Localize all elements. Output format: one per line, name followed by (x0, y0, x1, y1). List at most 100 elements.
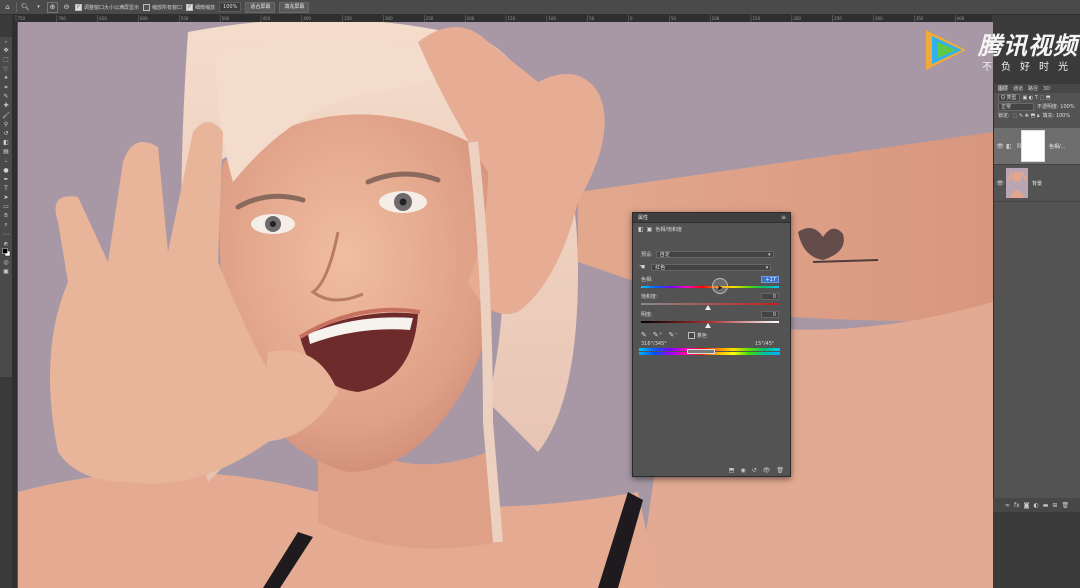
default-colors-icon[interactable]: ◩ (1, 239, 11, 248)
chevron-down-icon[interactable]: ▾ (34, 3, 43, 12)
dodge-tool-icon[interactable]: ● (1, 166, 11, 175)
chevron-down-icon: ▾ (768, 252, 771, 258)
hue-value-field[interactable]: +17 (761, 276, 779, 283)
move-tool-icon[interactable]: ✥ (1, 46, 11, 55)
channel-select[interactable]: 红色 ▾ (651, 263, 772, 271)
screen-mode-icon[interactable]: ▣ (1, 267, 11, 276)
zoom-tool-icon[interactable]: 🔍︎ (21, 3, 30, 12)
document-canvas[interactable] (18, 22, 993, 588)
trash-icon[interactable]: 🗑︎ (776, 467, 784, 474)
layer-mask-thumbnail[interactable] (1021, 130, 1045, 162)
clone-stamp-icon[interactable]: ⚲ (1, 120, 11, 129)
saturation-value-field[interactable]: 0 (761, 293, 779, 300)
hue-slider-track[interactable] (641, 286, 779, 288)
hand-tool-icon[interactable]: ✋︎ (1, 212, 11, 221)
new-group-icon[interactable]: ▬ (1043, 502, 1049, 509)
properties-title: 属性 (638, 215, 649, 221)
opacity-field[interactable]: 不透明度: 100% (1037, 103, 1075, 110)
quick-mask-icon[interactable]: ◎ (1, 258, 11, 267)
background-thumbnail-image (1006, 168, 1028, 198)
ruler-tick-label: 500 (222, 16, 230, 21)
lock-icons[interactable]: ⬚ ✎ ✥ ⬒ 🔒︎ (1013, 113, 1040, 119)
ruler-tick-label: 450 (263, 16, 271, 21)
reset-icon[interactable]: ↺ (752, 467, 757, 474)
blur-tool-icon[interactable]: 💧︎ (1, 156, 11, 165)
eye-icon[interactable]: 👁︎ (994, 143, 1006, 150)
layer-name: 色相/... (1049, 143, 1066, 150)
tab-channels[interactable]: 通道 (1013, 85, 1023, 92)
ruler-tick-label: 250 (426, 16, 434, 21)
eye-icon[interactable]: 👁︎ (994, 180, 1006, 187)
fill-field[interactable]: 填充: 100% (1043, 112, 1071, 119)
fx-icon[interactable]: fx (1014, 502, 1020, 509)
tab-layers[interactable]: 图层 (998, 85, 1008, 92)
resize-windows-label: 调整窗口大小以满屏显示 (84, 4, 140, 11)
scrubby-zoom-checkbox[interactable]: ✓ 细微缩放 (186, 3, 215, 11)
new-layer-icon[interactable]: ⊞ (1052, 502, 1057, 509)
eraser-icon[interactable]: ◧ (1, 138, 11, 147)
zoom-out-icon[interactable]: ⊖ (62, 3, 71, 12)
eyedropper-plus-icon[interactable]: ✎⁺ (653, 331, 663, 339)
zoom-percent-field[interactable]: 100% (219, 2, 242, 12)
properties-panel-header[interactable]: 属性 ≡ (633, 213, 790, 223)
gradient-icon[interactable]: ▤ (1, 147, 11, 156)
ruler-tick-label: 700 (58, 16, 66, 21)
collapse-arrows-icon[interactable]: » (1, 37, 11, 46)
ruler-tick-label: 50 (589, 16, 595, 21)
healing-brush-icon[interactable]: ✚ (1, 101, 11, 110)
layer-item-background[interactable]: 👁︎ 背景 (994, 165, 1080, 202)
filter-icons[interactable]: ▣ ◐ T ⬚ ⬒ (1023, 95, 1051, 101)
color-swatches-icon[interactable] (1, 248, 11, 257)
more-tools-icon[interactable]: ⋯ (1, 230, 11, 239)
lightness-value-field[interactable]: 0 (761, 311, 779, 318)
pen-tool-icon[interactable]: ✒ (1, 175, 11, 184)
tab-paths[interactable]: 路径 (1028, 85, 1038, 92)
zoom-tool-icon[interactable]: ⌕ (1, 221, 11, 230)
eyedropper-icon[interactable]: ✎ (641, 331, 647, 339)
fill-screen-button[interactable]: 填充屏幕 (279, 1, 310, 13)
checkbox-unchecked-icon (143, 3, 151, 11)
resize-windows-checkbox[interactable]: ✓ 调整窗口大小以满屏显示 (75, 3, 140, 11)
colorize-checkbox[interactable]: 着色 (688, 331, 708, 339)
path-select-icon[interactable]: ➤ (1, 193, 11, 202)
layer-thumbnail[interactable] (1006, 168, 1028, 198)
brush-tool-icon[interactable]: 🖌︎ (1, 111, 11, 120)
blend-mode-select[interactable]: 正常 (998, 102, 1034, 111)
tab-3d[interactable]: 3D (1043, 86, 1050, 92)
layer-name: 背景 (1032, 180, 1043, 187)
targeted-adjustment-icon[interactable]: ☚ (639, 263, 645, 271)
eyedropper-minus-icon[interactable]: ✎⁻ (668, 331, 678, 339)
link-layers-icon[interactable]: ∞ (1005, 502, 1010, 509)
color-range-slider[interactable] (687, 349, 715, 354)
ruler-tick-label: 200 (793, 16, 801, 21)
panel-menu-icon[interactable]: ≡ (781, 213, 786, 222)
trash-icon[interactable]: 🗑︎ (1061, 502, 1069, 509)
new-adjustment-icon[interactable]: ◐ (1034, 502, 1039, 509)
layer-filter-select[interactable]: Q 类型 (998, 93, 1020, 102)
preset-select[interactable]: 自定 ▾ (655, 251, 774, 258)
crop-tool-icon[interactable]: ⌗ (1, 83, 11, 92)
clip-to-layer-icon[interactable]: ⬒ (729, 467, 735, 474)
rectangle-tool-icon[interactable]: ▭ (1, 202, 11, 211)
home-icon[interactable]: ⌂ (3, 3, 12, 12)
type-tool-icon[interactable]: T (1, 184, 11, 193)
saturation-slider-handle[interactable] (705, 305, 711, 310)
colorize-label: 着色 (697, 332, 708, 339)
eyedropper-icon[interactable]: ✎ (1, 92, 11, 101)
history-brush-icon[interactable]: ↺ (1, 129, 11, 138)
saturation-label: 饱和度: (641, 294, 658, 300)
lightness-slider-handle[interactable] (705, 323, 711, 328)
visibility-icon[interactable]: 👁︎ (763, 467, 771, 474)
magic-wand-icon[interactable]: ⚹ (1, 74, 11, 83)
add-mask-icon[interactable]: ◙ (1024, 502, 1030, 509)
lasso-tool-icon[interactable]: ➰ (1, 65, 11, 74)
zoom-in-icon[interactable]: ⊕ (47, 1, 58, 13)
ruler-tick-label: 400 (303, 16, 311, 21)
zoom-all-windows-checkbox[interactable]: 缩放所有窗口 (143, 3, 182, 11)
fit-screen-button[interactable]: 适合屏幕 (245, 1, 276, 13)
mask-icon[interactable]: ▣ (647, 226, 653, 233)
marquee-tool-icon[interactable]: ⬚ (1, 55, 11, 64)
view-previous-icon[interactable]: ◉ (740, 467, 745, 474)
layer-item-hue-saturation[interactable]: 👁︎ ◧ ⛓ 色相/... (994, 128, 1080, 165)
watermark-title: 腾讯视频 (978, 32, 1078, 60)
